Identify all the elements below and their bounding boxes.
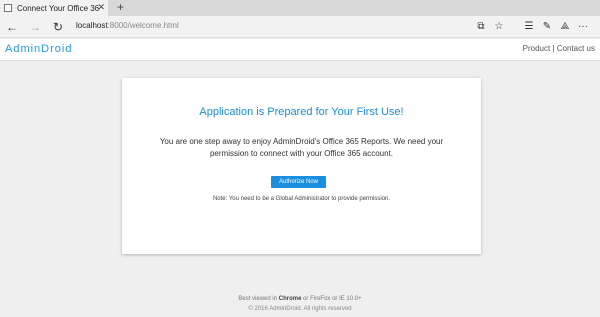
reading-view-icon[interactable]: ⧉ <box>472 19 490 35</box>
copyright: © 2016 AdminDroid. All rights reserved <box>248 306 352 312</box>
forward-arrow-icon[interactable]: → <box>29 19 41 35</box>
hub-icon[interactable]: ☰ <box>520 19 538 35</box>
welcome-card: Application is Prepared for Your First U… <box>122 78 481 254</box>
reload-icon[interactable]: ↻ <box>53 19 63 35</box>
browser-toolbar: ⧉ ☆ ☰ ✎ ⟁ ··· <box>472 19 592 35</box>
url-field[interactable]: localhost:8000/welcome.html <box>76 21 179 30</box>
share-icon[interactable]: ⟁ <box>556 19 574 35</box>
card-title: Application is Prepared for Your First U… <box>199 106 404 118</box>
back-arrow-icon[interactable]: ← <box>6 19 18 35</box>
chrome-label: Chrome <box>278 296 302 302</box>
new-tab-button[interactable]: + <box>117 0 124 14</box>
authorize-now-button[interactable]: Authorize Now <box>271 176 326 188</box>
best-viewed-prefix: Best viewed in <box>238 296 278 302</box>
web-note-icon[interactable]: ✎ <box>538 19 556 35</box>
best-viewed-suffix: or FireFox or IE 10.0+ <box>303 296 362 302</box>
site-header: AdminDroid Product | Contact us <box>0 39 600 61</box>
favorite-star-icon[interactable]: ☆ <box>490 19 508 35</box>
permission-note: Note: You need to be a Global Administra… <box>212 196 391 202</box>
page-favicon-icon <box>4 4 12 12</box>
card-message-line2: permission to connect with your Office 3… <box>209 149 394 158</box>
address-bar-row: ← → ↻ localhost:8000/welcome.html ⧉ ☆ ☰ … <box>0 16 600 38</box>
url-host: localhost <box>76 21 108 30</box>
browser-support-note: Best viewed in Chrome or FireFox or IE 1… <box>0 296 600 302</box>
tab-title: Connect Your Office 365 <box>17 3 99 13</box>
header-links[interactable]: Product | Contact us <box>523 44 595 53</box>
browser-tab[interactable]: Connect Your Office 365 ✕ <box>0 0 108 16</box>
tab-strip: Connect Your Office 365 ✕ + <box>0 0 600 16</box>
card-message: You are one step away to enjoy AdminDroi… <box>144 136 459 160</box>
close-tab-icon[interactable]: ✕ <box>97 2 105 13</box>
url-path: :8000/welcome.html <box>107 21 179 30</box>
card-message-line1: You are one step away to enjoy AdminDroi… <box>159 137 444 146</box>
more-icon[interactable]: ··· <box>574 19 592 35</box>
brand-logo[interactable]: AdminDroid <box>5 43 72 55</box>
